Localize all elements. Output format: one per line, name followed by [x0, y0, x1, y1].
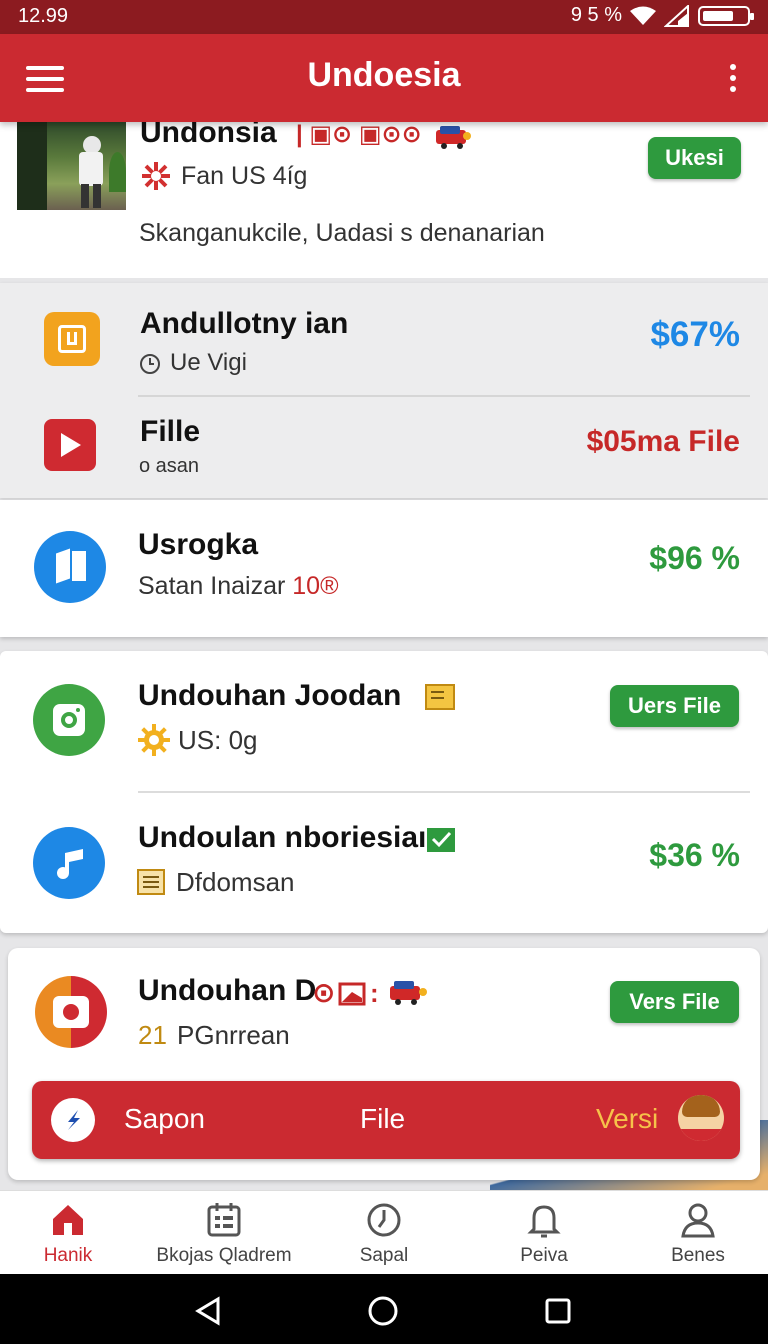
banner-center-label: File [360, 1103, 406, 1134]
nav-label: Bkojas Qladrem [156, 1245, 292, 1266]
subtitle-prefix: 21 [138, 1020, 167, 1050]
recents-icon[interactable] [544, 1297, 572, 1325]
checkmark-icon [427, 828, 455, 852]
featured-title-suffix: | ▣⊙ ▣⊙⊙ [296, 121, 422, 148]
avatar [678, 1095, 724, 1141]
home-icon [53, 1205, 83, 1235]
compass-icon [51, 1098, 95, 1142]
item-subtitle: Satan Inaizar 10® [138, 572, 339, 601]
item-subtitle: PGnrrean [177, 1020, 290, 1050]
list-item[interactable]: Undoulan nboriesiaı Dfdomsan $36 % [0, 793, 768, 933]
featured-description: Skanganukcile, Uadasi s denanarian [139, 219, 545, 247]
promo-banner[interactable]: Sapon File Versi [32, 1081, 740, 1159]
list-item[interactable]: Usrogka Satan Inaizar 10® $96 % [0, 500, 768, 637]
item-subtitle: Ue Vigi [170, 349, 247, 376]
record-icon [35, 976, 107, 1048]
blue-app-icon [34, 531, 106, 603]
list-group-1: Andullotny ian Ue Vigi $67% Fille o asan… [0, 283, 768, 498]
bell-icon [527, 1205, 561, 1238]
status-indicators: 9 5 % [570, 4, 622, 26]
nav-label: Sapal [359, 1245, 409, 1266]
calendar-icon [207, 1203, 241, 1237]
item-title: Fille [140, 415, 201, 448]
featured-photo [17, 122, 126, 210]
nav-label: Peiva [520, 1245, 568, 1266]
nav-label: Benes [671, 1245, 725, 1266]
signal-icon [664, 4, 689, 27]
gear-icon [138, 724, 170, 756]
music-note-icon [33, 827, 105, 899]
status-bar: 12.99 9 5 % [0, 0, 768, 34]
item-value: $05ma File [586, 425, 740, 458]
banner-right-label: Versi [596, 1103, 659, 1134]
item-subtitle: US: 0g [178, 725, 258, 755]
item-value: $96 % [649, 540, 740, 576]
item-value: $36 % [649, 837, 740, 873]
clock-icon [140, 354, 160, 374]
bottom-nav: Hanik Bkojas Qladrem Sapal Peiva Benes [0, 1190, 768, 1274]
nav-item-hanik[interactable]: Hanik [18, 1191, 118, 1275]
vehicle-badge-icon [390, 981, 427, 1005]
item-title: Undoulan nboriesiaı [138, 821, 427, 854]
list-item[interactable]: Andullotny ian Ue Vigi $67% [0, 283, 768, 395]
featured-action-button[interactable]: Ukesi [648, 137, 741, 179]
item-title: Undouhan Joodan [138, 679, 402, 712]
list-item[interactable]: Fille o asan $05ma File [0, 397, 768, 497]
item-title: Usrogka [138, 528, 259, 561]
featured-card[interactable]: Undonsia | ▣⊙ ▣⊙⊙ Fan US 4íg Skanganukci… [0, 116, 768, 278]
vehicle-badge-icon [436, 126, 471, 149]
item-subtitle: Dfdomsan [176, 867, 295, 897]
item-subtitle-text: Satan Inaizar [138, 572, 286, 600]
list-item[interactable]: Undouhan Joodan US: 0g Uers File [0, 651, 768, 791]
nav-label: Hanik [43, 1245, 93, 1266]
more-vert-icon[interactable] [728, 64, 738, 98]
orange-app-icon [44, 312, 100, 366]
nav-item-peiva[interactable]: Peiva [494, 1191, 594, 1275]
app-title: Undoesia [307, 56, 461, 94]
separator-colon: : [370, 978, 379, 1008]
home-circle-icon[interactable] [367, 1295, 399, 1327]
clock-icon [367, 1203, 401, 1237]
back-icon[interactable] [194, 1296, 222, 1326]
nav-item-sapal[interactable]: Sapal [334, 1191, 434, 1275]
flag-icon [338, 982, 366, 1006]
star-burst-icon [142, 162, 170, 190]
person-icon [681, 1203, 715, 1238]
document-icon [137, 869, 165, 895]
item-title-suffix: ⊙ [312, 977, 336, 1008]
document-icon [425, 684, 455, 710]
battery-icon [698, 5, 754, 26]
item-value: $67% [650, 315, 740, 354]
vers-file-button[interactable]: Vers File [610, 981, 739, 1023]
uers-file-button[interactable]: Uers File [610, 685, 739, 727]
featured-meta: Fan US 4íg [181, 162, 308, 190]
item-subtitle: o asan [139, 455, 200, 477]
status-time: 12.99 [18, 5, 69, 27]
list-group-2: Undouhan Joodan US: 0g Uers File Undoula… [0, 651, 768, 933]
nav-item-bkojas[interactable]: Bkojas Qladrem [140, 1191, 308, 1275]
app-bar: Undoesia [0, 34, 768, 122]
item-title: Undouhan D [138, 974, 317, 1007]
wifi-icon [630, 6, 656, 25]
item-subtitle-suffix: 10® [292, 572, 339, 600]
system-nav-bar [0, 1274, 768, 1344]
play-icon [44, 419, 96, 471]
banner-left-label: Sapon [124, 1103, 205, 1134]
status-icons: 9 5 % [570, 4, 754, 27]
nav-item-benes[interactable]: Benes [648, 1191, 748, 1275]
item-title: Andullotny ian [140, 307, 349, 340]
camera-icon [33, 684, 105, 756]
